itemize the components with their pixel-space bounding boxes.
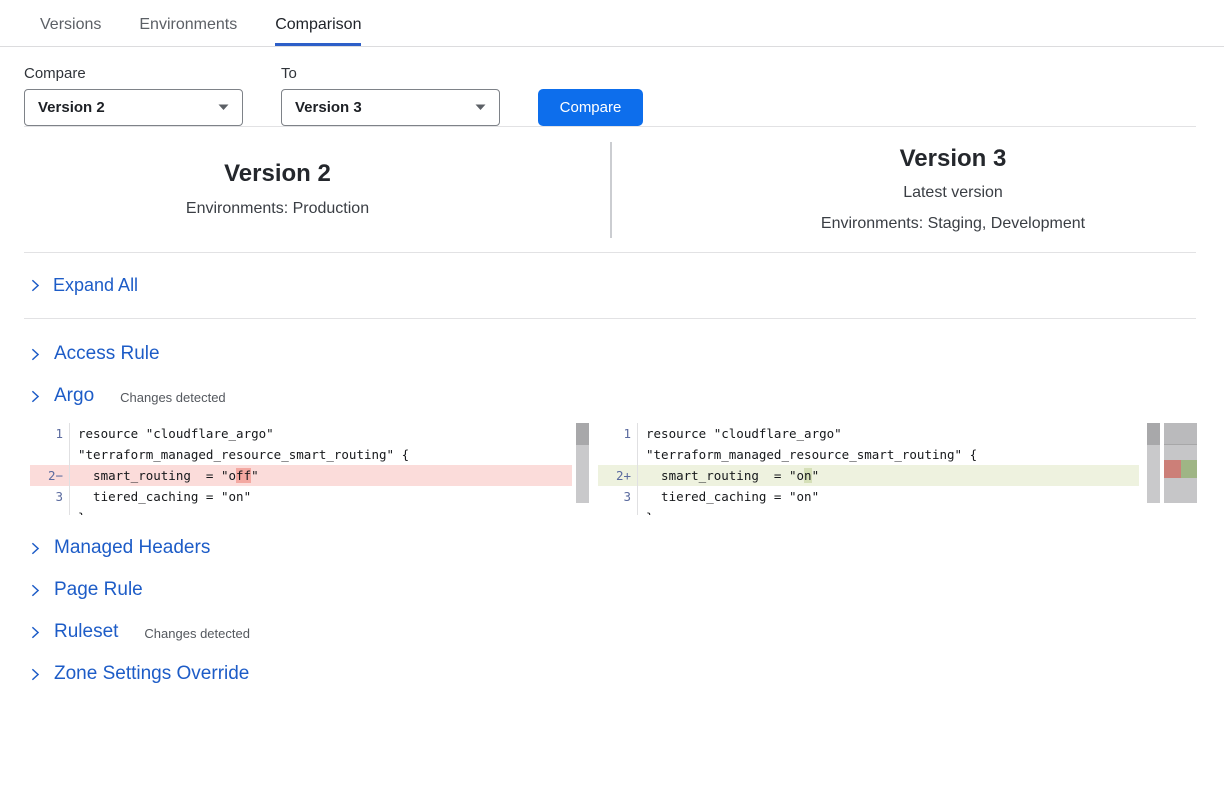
line-number: 2+	[598, 465, 638, 486]
compare-to-select[interactable]: Version 3	[281, 89, 500, 126]
section-header-ruleset[interactable]: Ruleset Changes detected	[0, 611, 1224, 653]
changes-badge: Changes detected	[120, 390, 226, 405]
section-label: Ruleset	[54, 621, 118, 643]
line-number: 3	[30, 486, 70, 507]
minimap-addition-mark	[1181, 460, 1197, 478]
chevron-down-icon	[474, 103, 487, 112]
chevron-right-icon	[28, 583, 42, 598]
code-text: tiered_caching = "on"	[70, 486, 251, 507]
compare-button[interactable]: Compare	[538, 89, 643, 126]
section-header-argo[interactable]: Argo Changes detected	[0, 375, 1224, 417]
compare-from-label: Compare	[24, 65, 243, 82]
diff-line: }	[30, 507, 572, 515]
code-text: smart_routing = "off"	[70, 465, 259, 486]
minimap-change-marker	[1164, 460, 1197, 478]
minimap-viewport	[1164, 423, 1197, 445]
chevron-right-icon	[28, 347, 42, 362]
line-number: 3	[598, 486, 638, 507]
compare-controls: Compare Version 2 To Version 3 Compare	[0, 47, 1224, 126]
code-text: smart_routing = "on"	[638, 465, 819, 486]
line-number	[30, 444, 70, 465]
section-header-zone-settings-override[interactable]: Zone Settings Override	[0, 653, 1224, 695]
diff-line-wrap: "terraform_managed_resource_smart_routin…	[598, 444, 1139, 465]
version-header-right: Version 3 Latest version Environments: S…	[612, 145, 1224, 235]
version-title-left: Version 2	[224, 160, 331, 189]
code-text: }	[70, 507, 86, 515]
code-text: "terraform_managed_resource_smart_routin…	[70, 444, 409, 465]
tab-versions[interactable]: Versions	[40, 16, 101, 46]
code-text: resource "cloudflare_argo"	[70, 423, 274, 444]
chevron-down-icon	[217, 103, 230, 112]
version-header-left: Version 2 Environments: Production	[0, 160, 610, 219]
code-editor-right: 1 resource "cloudflare_argo" "terraform_…	[598, 423, 1139, 515]
chevron-right-icon	[28, 278, 42, 293]
diff-overview-ruler[interactable]	[1164, 423, 1197, 503]
vertical-scrollbar[interactable]	[576, 423, 589, 503]
line-number	[598, 444, 638, 465]
tab-comparison[interactable]: Comparison	[275, 16, 361, 46]
diff-line-added: 2+ smart_routing = "on"	[598, 465, 1139, 486]
version-subtitle-right: Latest version	[903, 182, 1003, 204]
line-number: 2−	[30, 465, 70, 486]
code-editor-left: 1 resource "cloudflare_argo" "terraform_…	[30, 423, 572, 515]
section-label: Managed Headers	[54, 537, 210, 559]
diff-panel-right: 1 resource "cloudflare_argo" "terraform_…	[598, 423, 1197, 515]
diff-line: 1 resource "cloudflare_argo"	[30, 423, 572, 444]
version-header-block: Version 2 Environments: Production Versi…	[0, 127, 1224, 252]
chevron-right-icon	[28, 389, 42, 404]
compare-to-value: Version 3	[295, 99, 362, 116]
changes-badge: Changes detected	[144, 626, 250, 641]
vertical-scrollbar[interactable]	[1147, 423, 1160, 503]
version-environments-left: Environments: Production	[186, 198, 369, 220]
section-label: Zone Settings Override	[54, 663, 249, 685]
scrollbar-thumb[interactable]	[576, 423, 589, 445]
code-text: }	[638, 507, 654, 515]
section-label: Page Rule	[54, 579, 143, 601]
chevron-right-icon	[28, 667, 42, 682]
section-label: Argo	[54, 385, 94, 407]
line-number	[30, 507, 70, 515]
line-number	[598, 507, 638, 515]
minimap-deletion-mark	[1164, 460, 1181, 478]
expand-all-label: Expand All	[53, 275, 138, 296]
diff-line: }	[598, 507, 1139, 515]
line-number: 1	[30, 423, 70, 444]
code-text: resource "cloudflare_argo"	[638, 423, 842, 444]
line-number: 1	[598, 423, 638, 444]
compare-from-select[interactable]: Version 2	[24, 89, 243, 126]
comparison-page: Versions Environments Comparison Compare…	[0, 0, 1224, 788]
chevron-right-icon	[28, 625, 42, 640]
section-header-access-rule[interactable]: Access Rule	[0, 333, 1224, 375]
expand-all-button[interactable]: Expand All	[0, 253, 1224, 318]
scrollbar-thumb[interactable]	[1147, 423, 1160, 445]
code-text: tiered_caching = "on"	[638, 486, 819, 507]
tab-bar: Versions Environments Comparison	[0, 0, 1224, 47]
diff-line: 3 tiered_caching = "on"	[598, 486, 1139, 507]
tab-environments[interactable]: Environments	[139, 16, 237, 46]
diff-line: 1 resource "cloudflare_argo"	[598, 423, 1139, 444]
version-environments-right: Environments: Staging, Development	[821, 213, 1085, 235]
diff-line: 3 tiered_caching = "on"	[30, 486, 572, 507]
argo-diff-view: 1 resource "cloudflare_argo" "terraform_…	[30, 423, 1224, 515]
added-text-highlight: n	[804, 468, 812, 483]
compare-to-label: To	[281, 65, 500, 82]
section-header-page-rule[interactable]: Page Rule	[0, 569, 1224, 611]
code-text: "terraform_managed_resource_smart_routin…	[638, 444, 977, 465]
section-header-managed-headers[interactable]: Managed Headers	[0, 527, 1224, 569]
deleted-text-highlight: ff	[236, 468, 251, 483]
chevron-right-icon	[28, 541, 42, 556]
diff-line-deleted: 2− smart_routing = "off"	[30, 465, 572, 486]
resource-section-list: Access Rule Argo Changes detected 1 reso…	[0, 319, 1224, 695]
compare-from-value: Version 2	[38, 99, 105, 116]
section-label: Access Rule	[54, 343, 160, 365]
diff-panel-left: 1 resource "cloudflare_argo" "terraform_…	[30, 423, 590, 515]
diff-line-wrap: "terraform_managed_resource_smart_routin…	[30, 444, 572, 465]
version-title-right: Version 3	[900, 145, 1007, 174]
